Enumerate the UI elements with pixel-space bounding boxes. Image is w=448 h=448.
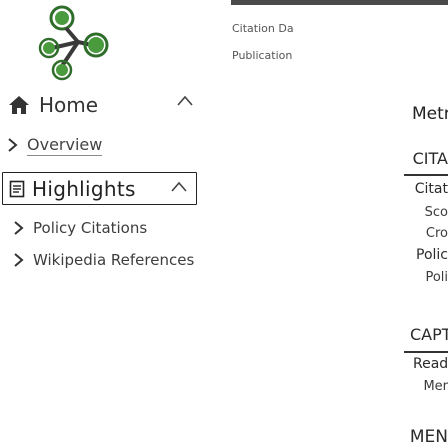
- citations-heading: CITA: [412, 149, 448, 168]
- plumx-logo-icon: [38, 5, 109, 81]
- policy-citations-subheading: Polic: [416, 247, 448, 263]
- readers-item-mendeley: Mer: [423, 379, 448, 394]
- nav-highlights-label: Highlights: [32, 176, 136, 201]
- section-divider: [404, 174, 448, 176]
- caret-up-icon[interactable]: [170, 180, 188, 194]
- nav-item-highlights[interactable]: Highlights: [2, 172, 197, 205]
- chevron-right-icon: [14, 221, 24, 235]
- metrics-heading: Metr: [412, 104, 448, 124]
- nav-item-overview[interactable]: Overview: [6, 132, 103, 158]
- nav-item-wikipedia-references[interactable]: Wikipedia References: [12, 248, 194, 272]
- section-divider: [404, 351, 448, 353]
- nav-overview-label: Overview: [27, 134, 103, 156]
- citation-item-crossref: Cro: [425, 226, 448, 241]
- caret-up-icon[interactable]: [176, 94, 194, 108]
- chevron-right-icon: [14, 253, 24, 267]
- policy-citation-item: Poli: [425, 270, 448, 285]
- panel-top-bar: [231, 0, 448, 5]
- nav-wikipedia-references-label: Wikipedia References: [33, 251, 195, 269]
- nav-home-label: Home: [39, 93, 99, 117]
- publication-label: Publication: [232, 49, 293, 62]
- citation-indexes-subheading: Citat: [414, 181, 448, 197]
- citation-date-label: Citation Da: [232, 22, 294, 35]
- citation-item-scopus: Sco: [424, 205, 448, 220]
- mentions-heading: MEN: [409, 427, 448, 447]
- nav-item-policy-citations[interactable]: Policy Citations: [12, 216, 147, 240]
- home-icon: [9, 96, 29, 114]
- details-panel: [202, 0, 448, 448]
- captures-heading: CAPT: [410, 325, 448, 344]
- nav-item-home[interactable]: Home: [6, 90, 198, 120]
- readers-subheading: Read: [413, 356, 448, 372]
- document-icon: [9, 180, 25, 197]
- chevron-right-icon: [8, 138, 18, 152]
- nav-policy-citations-label: Policy Citations: [33, 219, 148, 237]
